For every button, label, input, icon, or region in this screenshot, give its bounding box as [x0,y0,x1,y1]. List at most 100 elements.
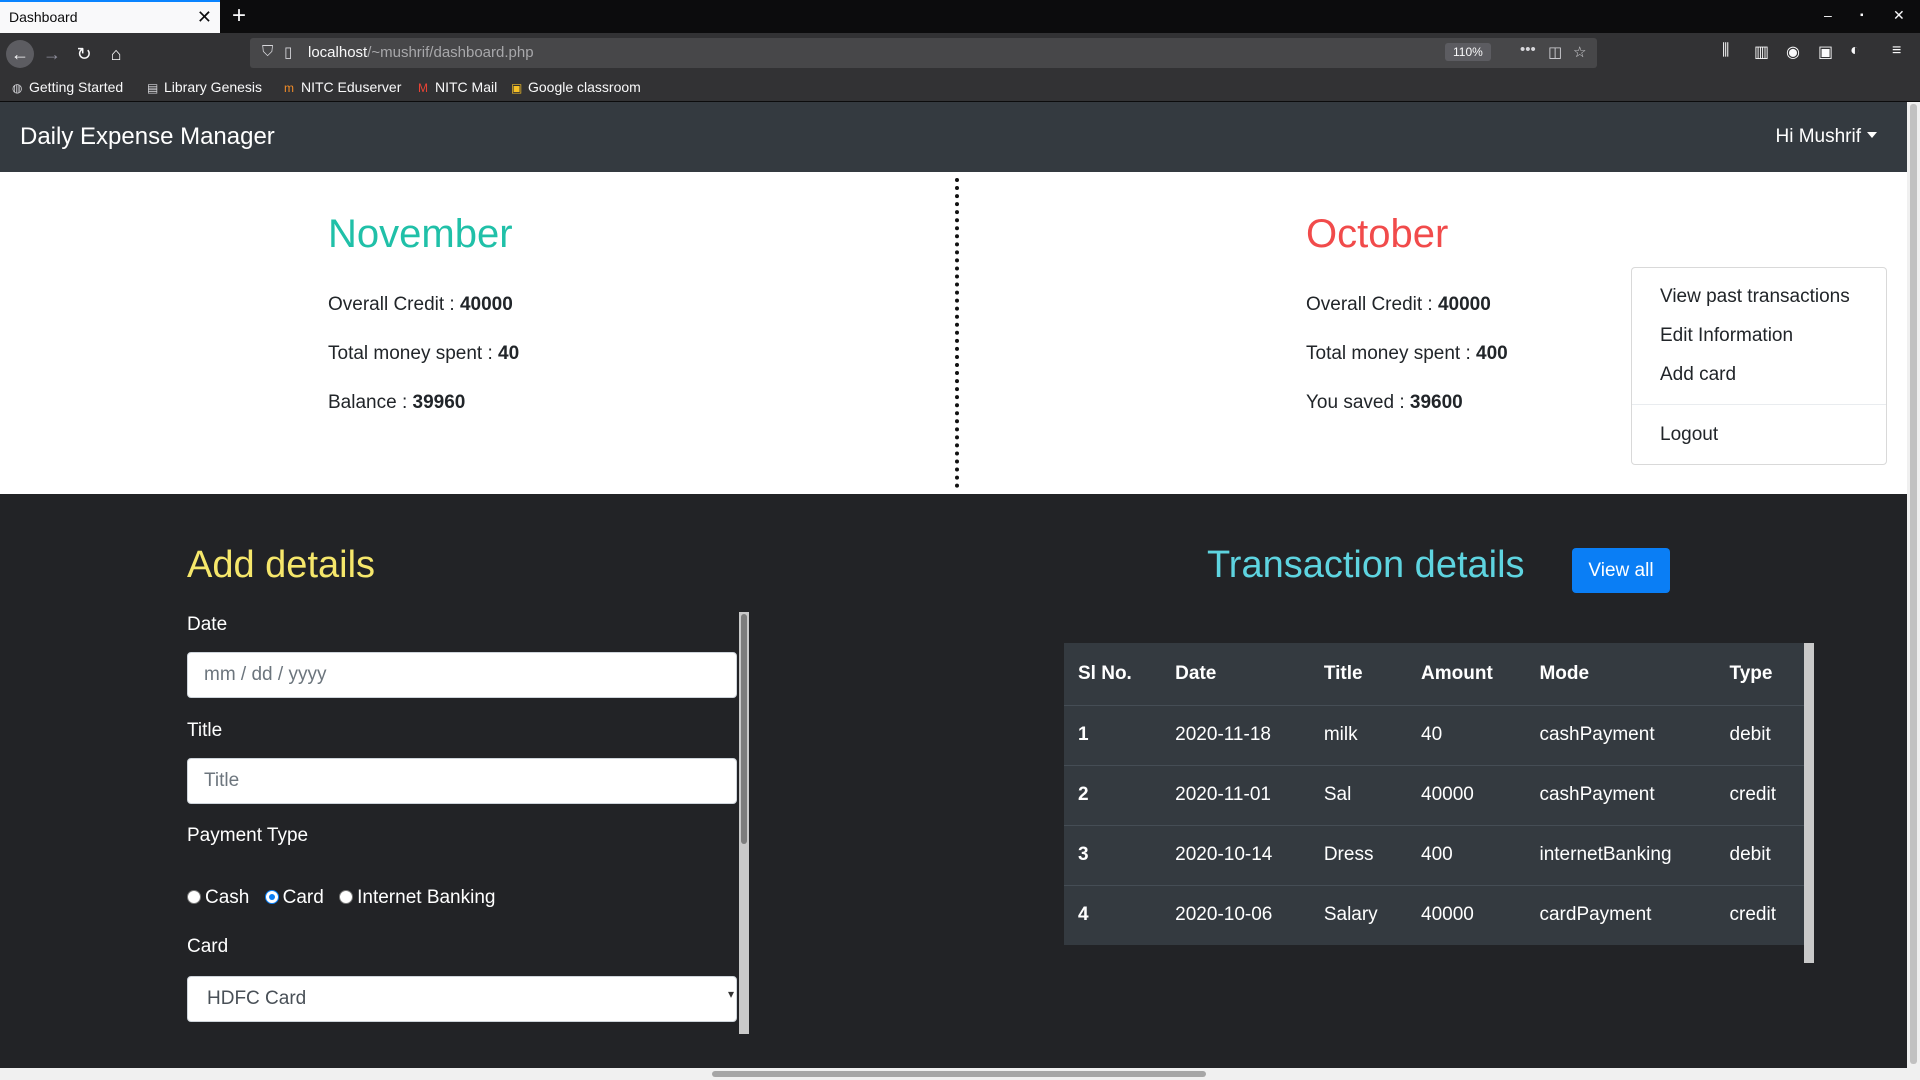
scrollbar-thumb[interactable] [741,614,747,844]
column-header: Sl No. [1064,643,1162,706]
cell-title: Dress [1309,824,1408,885]
date-input[interactable] [187,652,737,698]
column-header: Title [1309,643,1408,706]
browser-tab-bar: Dashboard ✕ + ‒ ▪ ✕ [0,0,1920,33]
title-input[interactable] [187,758,737,804]
current-balance: Balance : 39960 [328,392,465,414]
forward-icon[interactable]: → [38,40,66,68]
cell-amount: 40000 [1407,764,1526,825]
pocket-icon[interactable]: ◫ [1548,43,1562,61]
cell-type: credit [1715,764,1804,825]
page-horizontal-scrollbar[interactable] [0,1068,1920,1080]
cell-title: milk [1309,704,1408,765]
stat-value: 40000 [459,294,513,315]
scrollbar-thumb[interactable] [712,1071,1206,1077]
extension-icon[interactable]: ◐ [1850,42,1860,60]
dotted-divider [955,178,959,488]
title-label: Title [187,720,223,741]
bookmark-star-icon[interactable]: ☆ [1573,43,1586,61]
cell-date: 2020-10-14 [1161,824,1310,885]
bookmark-nitc-eduserver[interactable]: m NITC Eduserver [284,79,401,95]
transaction-details-heading: Transaction details [1207,544,1525,586]
current-spent: Total money spent : 40 [328,343,519,365]
bookmark-label: Google classroom [528,79,641,95]
browser-tab[interactable]: Dashboard ✕ [0,0,220,33]
transactions-table: Sl No. Date Title Amount Mode Type 1 202… [1064,643,1804,945]
previous-spent: Total money spent : 400 [1306,343,1508,365]
cell-date: 2020-11-01 [1161,764,1310,825]
zoom-level[interactable]: 110% [1445,43,1491,61]
cell-type: credit [1715,884,1804,945]
cell-mode: cardPayment [1525,884,1716,945]
payment-radio-card[interactable]: Card [264,887,324,909]
cell-date: 2020-11-18 [1161,704,1310,765]
page-info-icon[interactable]: ▯ [284,43,292,61]
select-arrow-icon: ▾ [727,987,734,1001]
menu-item-edit-information[interactable]: Edit Information [1660,325,1793,347]
radio-button-selected[interactable] [264,890,279,904]
calendar-extension-icon[interactable]: ▣ [1818,42,1833,62]
bookmark-google-classroom[interactable]: ▣ Google classroom [511,79,641,95]
shield-icon[interactable]: ⛉ [262,43,273,60]
tab-close-icon[interactable]: ✕ [197,7,212,27]
cell-title: Salary [1309,884,1408,945]
url-path: /~mushrif/dashboard.php [367,44,534,61]
browser-toolbar: ← → ↻ ⌂ ⛉ ▯ localhost/~mushrif/dashboard… [0,33,1920,73]
bookmark-label: NITC Eduserver [301,79,402,95]
cell-sl-no: 3 [1064,824,1162,885]
radio-button[interactable] [187,890,201,904]
add-expense-form: Date Title Payment Type Cash Card Intern… [187,612,749,1034]
column-header: Type [1715,643,1804,706]
card-select[interactable]: HDFC Card ▾ [187,976,737,1022]
gmail-icon: M [418,81,428,95]
user-dropdown-menu: View past transactions Edit Information … [1631,267,1887,465]
current-month-title: November [328,212,513,256]
payment-type-label: Payment Type [187,825,309,846]
url-text[interactable]: localhost/~mushrif/dashboard.php [308,44,534,61]
table-row: 1 2020-11-18 milk 40 cashPayment debit [1064,704,1804,765]
bookmark-getting-started[interactable]: ◍ Getting Started [12,79,123,95]
maximize-icon[interactable]: ▪ [1860,10,1864,21]
date-label: Date [187,614,228,635]
table-row: 3 2020-10-14 Dress 400 internetBanking d… [1064,824,1804,885]
menu-item-view-past-transactions[interactable]: View past transactions [1660,286,1850,308]
stat-label: Balance : [328,392,408,413]
cell-title: Sal [1309,764,1408,825]
home-icon[interactable]: ⌂ [102,40,130,68]
table-scrollbar[interactable] [1804,643,1814,963]
cell-amount: 40000 [1407,884,1526,945]
scrollbar-thumb[interactable] [1910,104,1917,1064]
app-brand[interactable]: Daily Expense Manager [20,123,275,151]
url-bar[interactable]: ⛉ ▯ localhost/~mushrif/dashboard.php 110… [250,38,1597,68]
moodle-icon: m [284,81,294,95]
form-scrollbar[interactable] [739,612,749,1034]
cell-amount: 400 [1407,824,1526,885]
back-icon[interactable]: ← [6,40,34,68]
radio-button[interactable] [339,890,354,904]
menu-item-logout[interactable]: Logout [1660,424,1718,446]
radio-label: Internet Banking [357,887,496,908]
previous-month-title: October [1306,212,1449,256]
more-actions-icon[interactable]: ••• [1520,41,1536,58]
payment-radio-cash[interactable]: Cash [187,887,249,909]
library-icon[interactable]: ⫼ [1722,42,1729,60]
minimize-icon[interactable]: ‒ [1824,7,1832,23]
new-tab-icon[interactable]: + [232,3,246,29]
payment-radio-internet-banking[interactable]: Internet Banking [339,887,495,909]
window-close-icon[interactable]: ✕ [1893,7,1905,24]
sidebar-icon[interactable]: ▥ [1754,42,1769,62]
bookmark-nitc-mail[interactable]: M NITC Mail [418,79,497,95]
previous-saved: You saved : 39600 [1306,392,1463,414]
monthly-summary: November Overall Credit : 40000 Total mo… [0,172,1907,494]
page-content: Daily Expense Manager Hi Mushrif Novembe… [0,102,1907,1068]
page-vertical-scrollbar[interactable] [1907,102,1920,1068]
cell-amount: 40 [1407,704,1526,765]
card-selected-value: HDFC Card [207,988,307,1009]
user-menu-toggle[interactable]: Hi Mushrif [1775,126,1877,148]
view-all-button[interactable]: View all [1572,548,1670,593]
reload-icon[interactable]: ↻ [70,40,98,68]
account-icon[interactable]: ◉ [1786,42,1800,62]
menu-item-add-card[interactable]: Add card [1660,364,1736,386]
bookmark-library-genesis[interactable]: ▤ Library Genesis [147,79,262,95]
menu-icon[interactable]: ≡ [1892,42,1901,60]
